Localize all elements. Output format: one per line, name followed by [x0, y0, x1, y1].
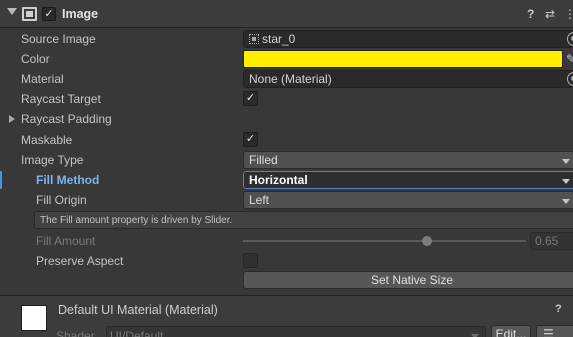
fill-method-value: Horizontal	[249, 173, 308, 187]
set-native-size-button[interactable]: Set Native Size	[243, 271, 573, 289]
fill-amount-slider-thumb	[421, 236, 432, 246]
chevron-down-icon	[562, 159, 570, 164]
maskable-checkbox[interactable]: ✓	[243, 132, 258, 147]
component-title: Image	[62, 7, 99, 21]
material-section: Default UI Material (Material) ? Shader …	[0, 296, 573, 337]
chevron-down-icon	[562, 179, 570, 184]
image-type-value: Filled	[249, 153, 278, 167]
fill-amount-label: Fill Amount	[36, 234, 96, 248]
fill-origin-value: Left	[249, 193, 270, 207]
raycast-padding-label[interactable]: Raycast Padding	[21, 112, 112, 126]
material-field[interactable]: None (Material)	[243, 70, 573, 88]
fill-method-dropdown[interactable]: Horizontal	[243, 171, 573, 189]
foldout-arrow-icon[interactable]	[7, 8, 17, 15]
row-fill-origin: Fill Origin Left	[0, 190, 573, 210]
raycast-target-label: Raycast Target	[21, 92, 101, 106]
row-preserve-aspect: Preserve Aspect	[0, 251, 573, 271]
color-label: Color	[21, 52, 50, 66]
help-icon[interactable]: ?	[527, 7, 534, 21]
eyedropper-icon[interactable]: ✎	[566, 52, 573, 66]
fill-amount-slider-track	[243, 240, 526, 242]
raycast-target-checkbox[interactable]: ✓	[243, 91, 258, 106]
row-raycast-padding[interactable]: Raycast Padding	[0, 109, 573, 129]
row-fill-method: Fill Method Horizontal	[0, 170, 573, 190]
object-picker-icon[interactable]	[567, 32, 573, 46]
help-icon[interactable]: ?	[555, 303, 562, 315]
sprite-icon	[249, 34, 259, 44]
fill-origin-dropdown[interactable]: Left	[243, 191, 573, 209]
row-color: Color ✎	[0, 49, 573, 69]
source-image-value: star_0	[262, 32, 296, 46]
source-image-label: Source Image	[21, 32, 96, 46]
component-enabled-checkbox[interactable]: ✓	[42, 7, 56, 21]
object-picker-icon[interactable]	[567, 72, 573, 86]
material-title: Default UI Material (Material)	[58, 303, 218, 317]
more-options-icon[interactable]: ⋮	[564, 7, 573, 21]
source-image-field[interactable]: star_0	[243, 30, 573, 48]
shader-value: UI/Default	[110, 329, 164, 337]
fill-amount-value: 0.65	[530, 232, 573, 250]
row-maskable: Maskable ✓	[0, 130, 573, 150]
list-menu-icon[interactable]: ☰	[536, 325, 573, 337]
row-raycast-target: Raycast Target ✓	[0, 89, 573, 109]
material-preview-thumbnail	[21, 305, 47, 331]
preserve-aspect-checkbox[interactable]	[243, 253, 258, 268]
image-component-icon	[22, 7, 37, 21]
row-fill-amount: Fill Amount 0.65	[0, 231, 573, 251]
row-image-type: Image Type Filled	[0, 150, 573, 170]
image-type-dropdown[interactable]: Filled	[243, 151, 573, 169]
row-source-image: Source Image star_0	[0, 29, 573, 49]
row-material: Material None (Material)	[0, 69, 573, 89]
color-swatch[interactable]	[243, 50, 563, 68]
selection-indicator	[0, 171, 2, 189]
chevron-down-icon	[562, 199, 570, 204]
image-type-label: Image Type	[21, 153, 84, 167]
fill-origin-label: Fill Origin	[36, 193, 87, 207]
fill-method-label: Fill Method	[36, 173, 100, 187]
component-header[interactable]: ✓ Image ? ⇄ ⋮	[0, 0, 573, 28]
raycast-padding-foldout-icon[interactable]	[9, 115, 15, 123]
presets-icon[interactable]: ⇄	[545, 7, 555, 21]
shader-dropdown: UI/Default	[106, 326, 486, 337]
edit-shader-button[interactable]: Edit...	[491, 325, 531, 337]
preserve-aspect-label: Preserve Aspect	[36, 254, 124, 268]
material-label: Material	[21, 72, 64, 86]
maskable-label: Maskable	[21, 133, 73, 147]
fill-amount-help-box: The Fill amount property is driven by Sl…	[34, 211, 573, 229]
material-value: None (Material)	[249, 72, 332, 86]
shader-label: Shader	[56, 329, 95, 337]
